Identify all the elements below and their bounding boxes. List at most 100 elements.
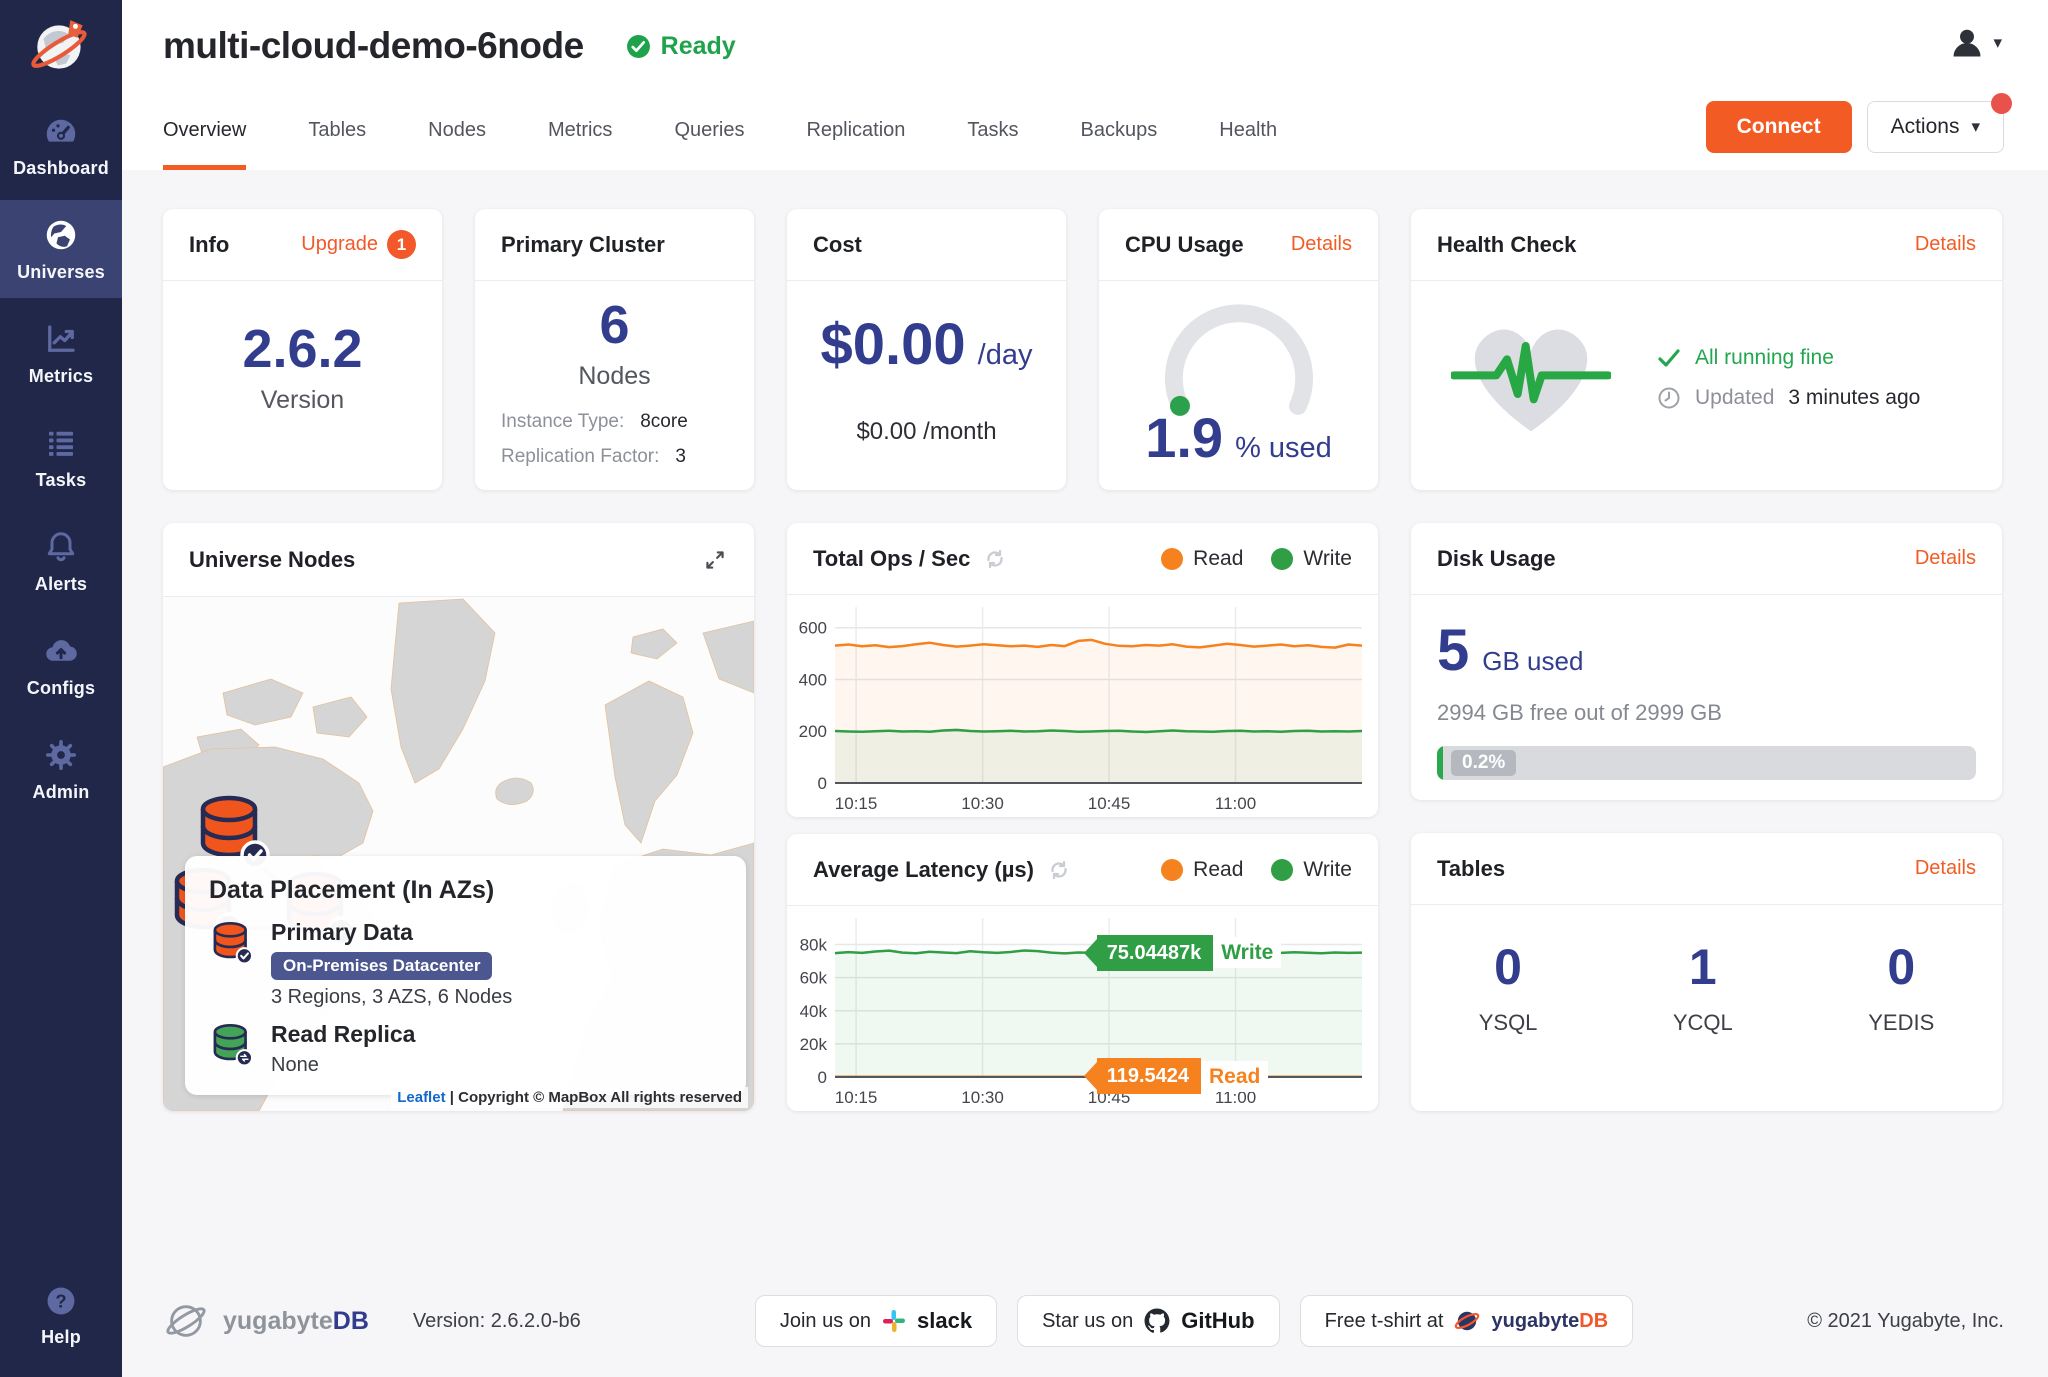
- leaflet-link[interactable]: Leaflet: [397, 1089, 445, 1106]
- sidebar-item-admin[interactable]: Admin: [0, 720, 122, 818]
- svg-text:10:15: 10:15: [835, 794, 878, 813]
- sidebar-item-metrics[interactable]: Metrics: [0, 304, 122, 402]
- tab-metrics[interactable]: Metrics: [548, 92, 612, 170]
- world-map[interactable]: Data Placement (In AZs) Primary Data On-…: [163, 597, 754, 1111]
- updated-value: 3 minutes ago: [1788, 386, 1920, 410]
- chart-legend: Read Write: [1161, 547, 1352, 571]
- check-icon: [1657, 346, 1681, 370]
- cpu-details-link[interactable]: Details: [1291, 233, 1352, 256]
- yugabytedb-color-icon: [1454, 1308, 1480, 1334]
- cost-day-unit: /day: [978, 339, 1033, 372]
- help-icon: ?: [44, 1284, 78, 1318]
- slack-button[interactable]: Join us on slack: [755, 1295, 997, 1347]
- ysql-label: YSQL: [1479, 1010, 1538, 1036]
- slack-prefix: Join us on: [780, 1310, 871, 1333]
- list-icon: [43, 425, 79, 461]
- tables-card: Tables Details 0 YSQL 1 YCQL 0: [1411, 833, 2002, 1111]
- tables-details-link[interactable]: Details: [1915, 857, 1976, 880]
- card-title: CPU Usage: [1125, 232, 1244, 258]
- legend-label: Read: [1193, 858, 1243, 882]
- github-prefix: Star us on: [1042, 1310, 1133, 1333]
- tab-nodes[interactable]: Nodes: [428, 92, 486, 170]
- avg-latency-chart: 10:1510:3010:4511:00020k40k60k80k75.0448…: [787, 906, 1374, 1111]
- primary-cluster-card: Primary Cluster 6 Nodes Instance Type: 8…: [475, 209, 754, 490]
- tab-overview[interactable]: Overview: [163, 92, 246, 170]
- cost-per-day: $0.00: [821, 315, 966, 376]
- info-card: Info Upgrade 1 2.6.2 Version: [163, 209, 442, 490]
- legend-read[interactable]: Read: [1161, 547, 1243, 571]
- universe-nodes-card: Universe Nodes: [163, 523, 754, 1111]
- sidebar-item-help[interactable]: ? Help: [0, 1267, 122, 1363]
- version-value: 2.6.2: [242, 321, 362, 378]
- chart-legend: Read Write: [1161, 858, 1352, 882]
- github-icon: [1144, 1308, 1170, 1334]
- svg-text:80k: 80k: [800, 936, 828, 955]
- actions-button[interactable]: Actions ▾: [1867, 101, 2004, 153]
- footer-brand: yugabyteDB: [223, 1307, 369, 1336]
- sidebar-item-tasks[interactable]: Tasks: [0, 408, 122, 506]
- yedis-count: 0: [1868, 941, 1934, 994]
- footer: yugabyteDB Version: 2.6.2.0-b6 Join us o…: [122, 1269, 2048, 1377]
- tab-queries[interactable]: Queries: [674, 92, 744, 170]
- disk-usage-bar: 0.2%: [1437, 746, 1976, 780]
- overview-content: Info Upgrade 1 2.6.2 Version Primary Clu…: [122, 170, 2048, 1269]
- copyright-text: © 2021 Yugabyte, Inc.: [1807, 1310, 2004, 1333]
- tab-tasks[interactable]: Tasks: [967, 92, 1018, 170]
- health-check-card: Health Check Details All running fine: [1411, 209, 2002, 490]
- replication-factor-row: Replication Factor: 3: [501, 446, 728, 468]
- card-title: Health Check: [1437, 232, 1576, 258]
- legend-write[interactable]: Write: [1271, 858, 1352, 882]
- disk-percent-badge: 0.2%: [1451, 750, 1516, 776]
- health-status-row: All running fine: [1657, 346, 1920, 370]
- legend-label: Write: [1303, 547, 1352, 571]
- brand-gray: yugabyte: [223, 1307, 333, 1335]
- upgrade-link[interactable]: Upgrade 1: [301, 230, 416, 259]
- expand-icon[interactable]: [702, 547, 728, 573]
- yugabyte-logo[interactable]: [0, 0, 122, 96]
- health-details-link[interactable]: Details: [1915, 233, 1976, 256]
- sidebar-label: Admin: [33, 782, 90, 803]
- read-dot-icon: [1161, 548, 1183, 570]
- yedis-stat: 0 YEDIS: [1868, 941, 1934, 1036]
- legend-label: Read: [1193, 547, 1243, 571]
- legend-read[interactable]: Read: [1161, 858, 1243, 882]
- refresh-icon[interactable]: [983, 547, 1007, 571]
- svg-text:20k: 20k: [800, 1035, 828, 1054]
- tshirt-button[interactable]: Free t-shirt at yugabyteDB: [1300, 1295, 1634, 1347]
- write-dot-icon: [1271, 548, 1293, 570]
- upgrade-count-badge: 1: [387, 230, 416, 259]
- sidebar-item-dashboard[interactable]: Dashboard: [0, 96, 122, 194]
- tab-replication[interactable]: Replication: [806, 92, 905, 170]
- clock-icon: [1657, 386, 1681, 410]
- sidebar-item-configs[interactable]: Configs: [0, 616, 122, 714]
- data-placement-panel: Data Placement (In AZs) Primary Data On-…: [185, 856, 746, 1095]
- tab-tables[interactable]: Tables: [308, 92, 366, 170]
- user-icon: [1948, 24, 1986, 62]
- cpu-usage-card: CPU Usage Details 1.9 % used: [1099, 209, 1378, 490]
- instance-type-row: Instance Type: 8core: [501, 411, 728, 433]
- sidebar-item-universes[interactable]: Universes: [0, 200, 122, 298]
- sidebar-item-alerts[interactable]: Alerts: [0, 512, 122, 610]
- tab-backups[interactable]: Backups: [1081, 92, 1158, 170]
- sidebar-label: Alerts: [35, 574, 87, 595]
- globe-icon: [43, 217, 79, 253]
- tab-health[interactable]: Health: [1219, 92, 1277, 170]
- legend-write[interactable]: Write: [1271, 547, 1352, 571]
- refresh-icon[interactable]: [1047, 858, 1071, 882]
- svg-text:10:45: 10:45: [1088, 1088, 1131, 1107]
- user-menu[interactable]: ▾: [1948, 24, 2002, 62]
- disk-details-link[interactable]: Details: [1915, 547, 1976, 570]
- instance-type-key: Instance Type:: [501, 411, 624, 433]
- read-dot-icon: [1161, 859, 1183, 881]
- replication-factor-key: Replication Factor:: [501, 446, 659, 468]
- health-status-text: All running fine: [1695, 346, 1834, 370]
- disk-free-text: 2994 GB free out of 2999 GB: [1437, 700, 1976, 726]
- ysql-count: 0: [1479, 941, 1538, 994]
- github-button[interactable]: Star us on GitHub: [1017, 1295, 1280, 1347]
- connect-button[interactable]: Connect: [1706, 101, 1852, 153]
- sidebar-label: Metrics: [29, 366, 93, 387]
- svg-text:0: 0: [818, 774, 827, 793]
- sidebar-label: Universes: [17, 262, 105, 283]
- attribution-text: | Copyright © MapBox All rights reserved: [450, 1089, 742, 1106]
- instance-type-value: 8core: [640, 411, 688, 433]
